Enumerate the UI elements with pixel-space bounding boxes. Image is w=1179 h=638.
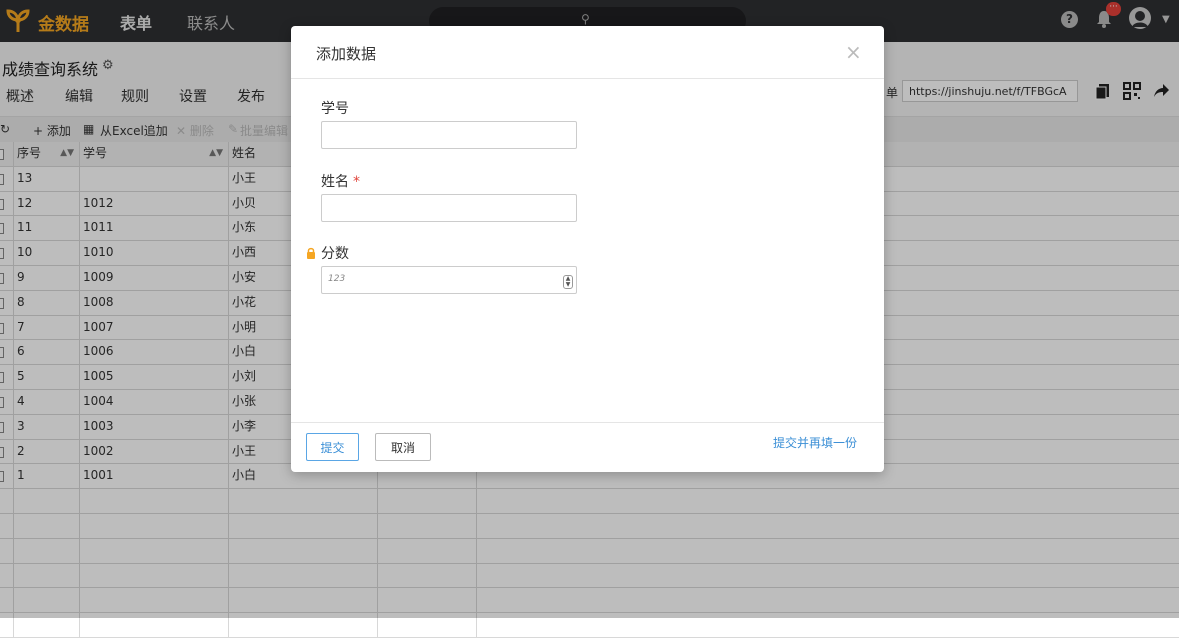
submit-button[interactable]: 提交 (306, 433, 359, 461)
name-label: 姓名 * (321, 174, 360, 190)
add-data-dialog: 添加数据 × 学号 姓名 * 分数 123 ▲ ▼ 提交 取消 提交并再填一份 (291, 26, 884, 472)
dialog-header: 添加数据 × (291, 26, 884, 79)
lock-icon (307, 247, 315, 259)
cancel-button[interactable]: 取消 (375, 433, 431, 461)
number-placeholder: 123 (328, 274, 346, 284)
close-icon[interactable]: × (845, 42, 862, 62)
score-label: 分数 (321, 246, 349, 262)
name-field[interactable] (321, 194, 577, 222)
dialog-title: 添加数据 (316, 45, 377, 63)
dialog-footer-divider (291, 422, 884, 423)
student-id-field[interactable] (321, 121, 577, 149)
required-marker: * (353, 174, 360, 190)
submit-and-add-another-link[interactable]: 提交并再填一份 (773, 434, 857, 451)
score-number-field[interactable]: 123 ▲ ▼ (321, 266, 577, 294)
student-id-label: 学号 (321, 101, 349, 117)
number-spinner-icon[interactable]: ▲ ▼ (563, 275, 573, 289)
